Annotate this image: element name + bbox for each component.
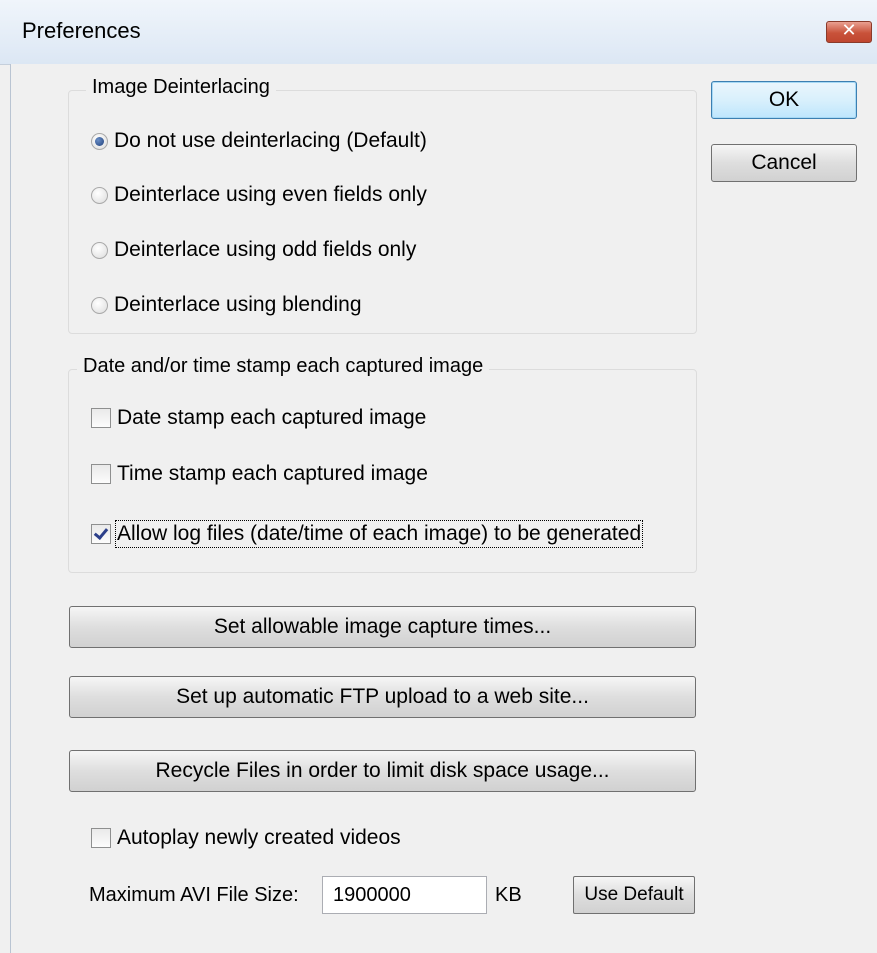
radio-button[interactable] (91, 186, 108, 204)
checkbox-time-stamp[interactable]: Time stamp each captured image (91, 459, 428, 489)
checkbox-checked[interactable] (91, 524, 111, 544)
avi-size-unit: KB (495, 884, 522, 906)
cancel-button[interactable]: Cancel (711, 144, 857, 182)
avi-size-input[interactable] (322, 876, 487, 914)
radio-button-selected[interactable] (91, 132, 108, 150)
ok-button[interactable]: OK (711, 81, 857, 119)
radio-no-deinterlacing[interactable]: Do not use deinterlacing (Default) (91, 126, 427, 156)
preferences-dialog: Preferences ✕ Image Deinterlacing Do not… (0, 0, 877, 953)
deinterlacing-legend: Image Deinterlacing (86, 76, 276, 99)
window-title: Preferences (22, 18, 141, 43)
radio-label: Deinterlace using odd fields only (114, 238, 417, 261)
title-bar[interactable]: Preferences ✕ (0, 0, 877, 65)
radio-button[interactable] (91, 296, 108, 314)
timestamp-legend: Date and/or time stamp each captured ima… (77, 355, 490, 378)
checkbox-label: Allow log files (date/time of each image… (114, 520, 644, 548)
checkbox[interactable] (91, 828, 111, 848)
checkbox[interactable] (91, 464, 111, 484)
radio-button[interactable] (91, 241, 108, 259)
radio-label: Deinterlace using blending (114, 293, 362, 316)
radio-label: Do not use deinterlacing (Default) (114, 129, 427, 152)
capture-times-button[interactable]: Set allowable image capture times... (69, 606, 696, 648)
radio-odd-fields[interactable]: Deinterlace using odd fields only (91, 235, 416, 265)
ftp-upload-button[interactable]: Set up automatic FTP upload to a web sit… (69, 676, 696, 718)
use-default-button[interactable]: Use Default (573, 876, 695, 914)
close-icon: ✕ (841, 20, 857, 40)
radio-blending[interactable]: Deinterlace using blending (91, 290, 362, 320)
close-button[interactable]: ✕ (826, 20, 872, 43)
checkbox-date-stamp[interactable]: Date stamp each captured image (91, 403, 426, 433)
checkbox-log-files[interactable]: Allow log files (date/time of each image… (91, 519, 644, 549)
checkbox-label: Autoplay newly created videos (117, 826, 401, 849)
checkbox-label: Date stamp each captured image (117, 406, 427, 429)
recycle-files-button[interactable]: Recycle Files in order to limit disk spa… (69, 750, 696, 792)
radio-even-fields[interactable]: Deinterlace using even fields only (91, 180, 427, 210)
checkbox-autoplay[interactable]: Autoplay newly created videos (91, 823, 401, 853)
dialog-client-area: Image Deinterlacing Do not use deinterla… (10, 64, 877, 953)
checkbox[interactable] (91, 408, 111, 428)
radio-label: Deinterlace using even fields only (114, 183, 427, 206)
avi-size-label: Maximum AVI File Size: (89, 884, 299, 906)
checkbox-label: Time stamp each captured image (117, 462, 428, 485)
